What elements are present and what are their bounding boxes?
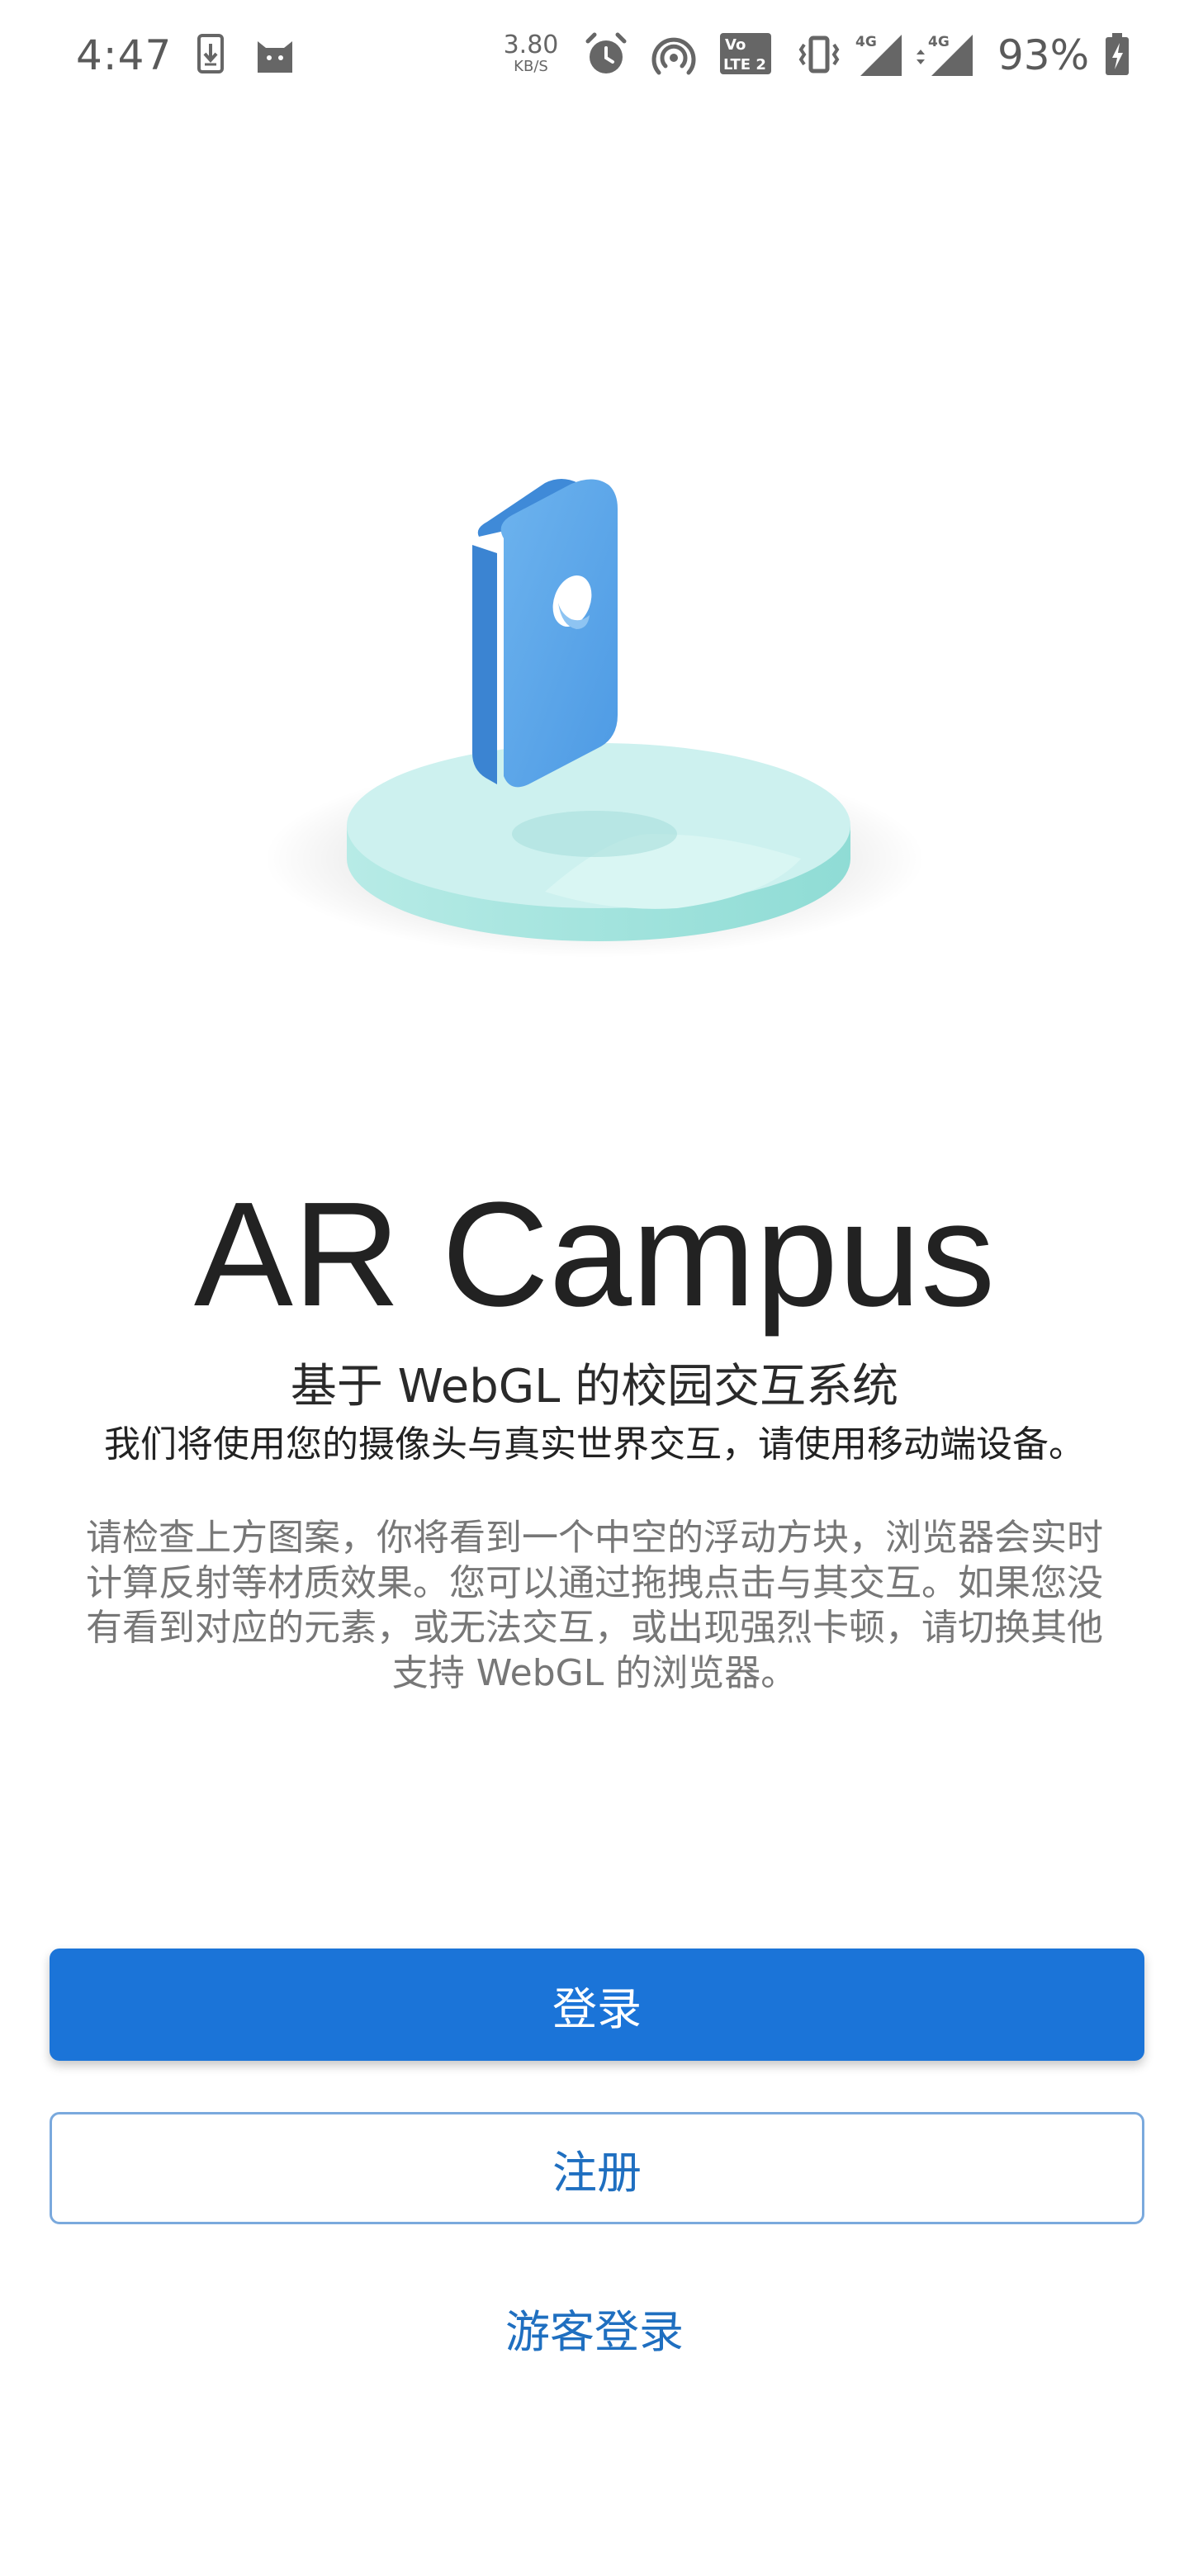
- signal-4g-icon: 4G: [855, 34, 902, 76]
- app-screen: 4:47 3.80 KB/S Vo LTE 2 4G 4G 93% AR Cam…: [0, 0, 1189, 2576]
- description-line: 有看到对应的元素，或无法交互，或出现强烈卡顿，请切换其他: [86, 1607, 1103, 1650]
- battery-charging-icon: [1106, 33, 1129, 75]
- app-title: AR Campus: [193, 1172, 996, 1338]
- svg-text:Vo: Vo: [725, 36, 746, 54]
- network-speed-unit: KB/S: [514, 58, 548, 75]
- webgl-check-description: 请检查上方图案，你将看到一个中空的浮动方块，浏览器会实时 计算反射等材质效果。您…: [50, 1516, 1139, 1696]
- description-line: 支持 WebGL 的浏览器。: [391, 1651, 798, 1694]
- status-time: 4:47: [76, 31, 173, 79]
- svg-text:LTE 2: LTE 2: [723, 56, 766, 73]
- login-button[interactable]: 登录: [50, 1949, 1144, 2061]
- alarm-icon: [585, 32, 627, 73]
- description-line: 计算反射等材质效果。您可以通过拖拽点击与其交互。如果您没: [86, 1561, 1103, 1604]
- app-tagline: 我们将使用您的摄像头与真实世界交互，请使用移动端设备。: [104, 1423, 1085, 1466]
- floating-hollow-block-illustration[interactable]: [264, 446, 925, 991]
- block-left-edge: [472, 545, 497, 784]
- description-line: 请检查上方图案，你将看到一个中空的浮动方块，浏览器会实时: [86, 1517, 1103, 1559]
- app-subtitle: 基于 WebGL 的校园交互系统: [290, 1360, 899, 1413]
- volte-icon: Vo LTE 2: [720, 33, 771, 74]
- status-bar: 4:47 3.80 KB/S Vo LTE 2 4G 4G 93%: [0, 0, 1189, 116]
- signal-4g-data-icon: 4G: [917, 34, 973, 76]
- network-speed-value: 3.80: [503, 31, 559, 59]
- block-front: [500, 479, 618, 788]
- hotspot-icon: [651, 37, 696, 75]
- register-button[interactable]: 注册: [50, 2112, 1144, 2224]
- svg-text:4G: 4G: [928, 34, 950, 50]
- svg-text:4G: 4G: [855, 34, 877, 50]
- battery-percent: 93%: [997, 31, 1090, 79]
- cat-app-icon: [258, 41, 292, 73]
- network-speed: 3.80 KB/S: [502, 33, 560, 74]
- vibrate-icon: [798, 36, 840, 73]
- guest-login-link[interactable]: 游客登录: [0, 2295, 1189, 2361]
- download-notification-icon: [197, 34, 224, 73]
- block-shadow: [512, 811, 677, 857]
